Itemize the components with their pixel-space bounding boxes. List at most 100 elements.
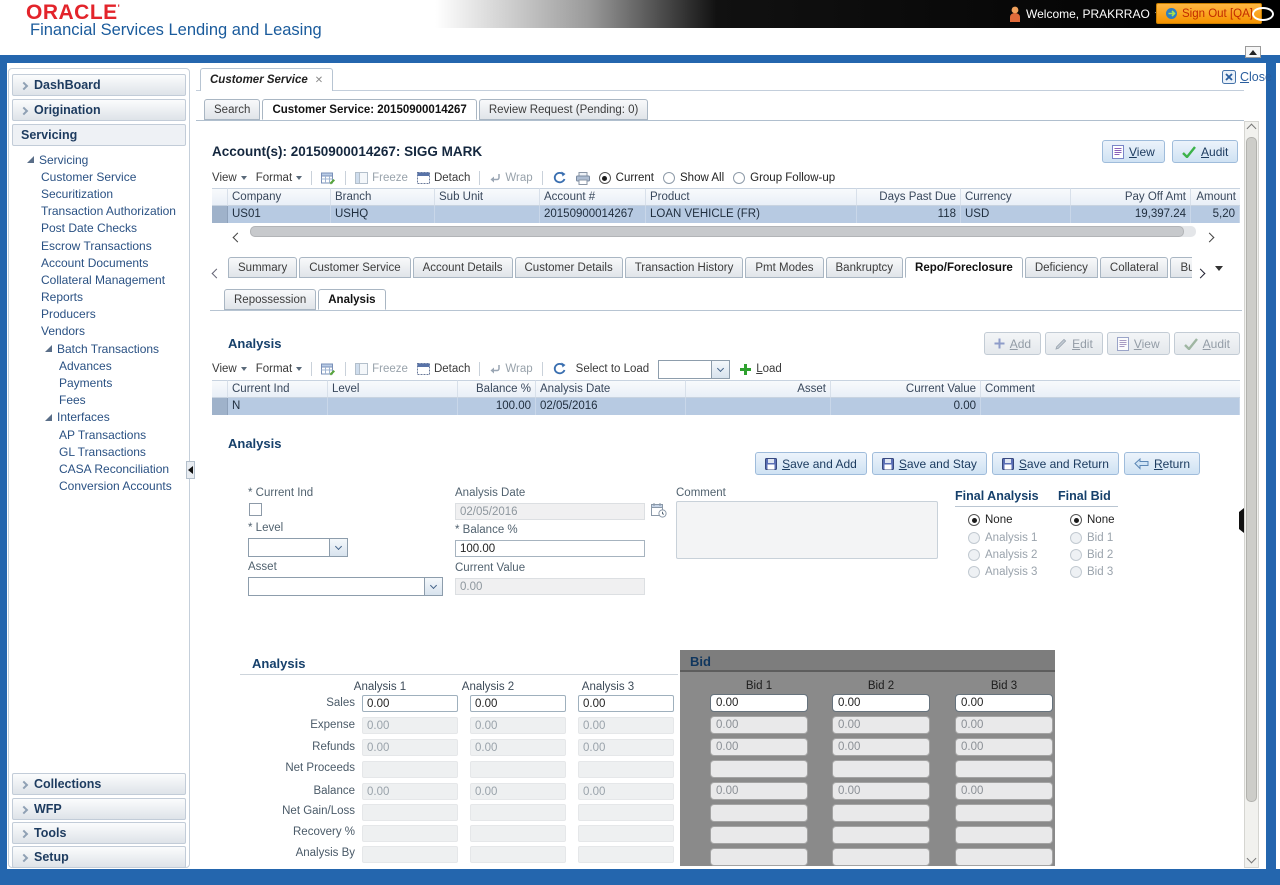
sidebar-item-advances[interactable]: Advances xyxy=(19,357,187,374)
tab-bureau[interactable]: Bureau xyxy=(1170,257,1192,278)
sidebar-section-dashboard[interactable]: DashBoard xyxy=(12,74,186,96)
hscroll-right-button[interactable] xyxy=(1204,228,1215,246)
column-header[interactable]: Current Value xyxy=(831,380,981,398)
window-tab-customer-service[interactable]: Customer Service ✕ xyxy=(200,68,334,91)
expand-icon[interactable] xyxy=(45,345,52,353)
column-header[interactable]: Currency xyxy=(961,188,1071,206)
column-header[interactable]: Level xyxy=(328,380,458,398)
sidebar-section-setup[interactable]: Setup xyxy=(12,846,186,868)
sidebar-section-tools[interactable]: Tools xyxy=(12,822,186,844)
refresh-button[interactable] xyxy=(552,362,567,376)
current-ind-checkbox[interactable] xyxy=(249,503,262,516)
tab-pmt-modes[interactable]: Pmt Modes xyxy=(745,257,824,278)
sales-analysis1-input[interactable] xyxy=(362,695,458,712)
tab-summary[interactable]: Summary xyxy=(228,257,298,278)
column-header[interactable]: Sub Unit xyxy=(435,188,540,206)
scroll-down-button[interactable] xyxy=(1244,851,1259,866)
account-audit-button[interactable]: Audit xyxy=(1172,140,1239,163)
radio-final-analysis-none[interactable]: None xyxy=(968,514,1013,526)
row-selector[interactable] xyxy=(212,206,228,223)
sidebar-splitter[interactable] xyxy=(186,461,195,479)
tab-repossession[interactable]: Repossession xyxy=(224,289,317,310)
sidebar-item-transaction-authorization[interactable]: Transaction Authorization xyxy=(19,203,187,220)
column-header[interactable]: Asset xyxy=(686,380,831,398)
radio-final-bid-none[interactable]: None xyxy=(1070,514,1115,526)
tab-customer-service-account[interactable]: Customer Service: 20150900014267 xyxy=(262,99,477,120)
format-menu[interactable]: Format xyxy=(256,172,303,184)
tab-repo-foreclosure[interactable]: Repo/Foreclosure xyxy=(905,257,1023,278)
query-by-example-button[interactable] xyxy=(321,172,336,185)
bid1-sales-input[interactable] xyxy=(710,694,808,712)
detach-button[interactable]: Detach xyxy=(416,172,470,184)
column-header[interactable]: Balance % xyxy=(458,380,536,398)
table-row[interactable]: US01 USHQ 20150900014267 LOAN VEHICLE (F… xyxy=(212,206,1240,223)
refresh-button[interactable] xyxy=(552,171,567,185)
view-menu[interactable]: View xyxy=(212,172,247,184)
column-header[interactable]: Comment xyxy=(981,380,1240,398)
tab-account-details[interactable]: Account Details xyxy=(412,257,513,278)
sidebar-section-collections[interactable]: Collections xyxy=(12,773,186,795)
dropdown-button[interactable] xyxy=(329,538,348,557)
column-header[interactable]: Analysis Date xyxy=(536,380,686,398)
sales-analysis3-input[interactable] xyxy=(578,695,674,712)
dropdown-button[interactable] xyxy=(424,577,443,596)
tab-customer-service[interactable]: Customer Service xyxy=(299,257,411,278)
asset-dropdown[interactable] xyxy=(248,577,443,596)
sidebar-section-wfp[interactable]: WFP xyxy=(12,798,186,820)
sidebar-item-account-documents[interactable]: Account Documents xyxy=(19,254,187,271)
date-picker-icon[interactable] xyxy=(651,502,667,523)
account-view-button[interactable]: View xyxy=(1102,140,1165,163)
tab-review-request[interactable]: Review Request (Pending: 0) xyxy=(478,99,649,120)
dropdown-button[interactable] xyxy=(711,359,731,379)
collapse-top-button[interactable] xyxy=(1245,46,1261,58)
tabs-overflow-menu[interactable] xyxy=(1215,266,1223,271)
column-header[interactable]: Days Past Due xyxy=(857,188,961,206)
sidebar-item-reports[interactable]: Reports xyxy=(19,289,187,306)
tab-transaction-history[interactable]: Transaction History xyxy=(624,257,744,278)
close-tab-icon[interactable]: ✕ xyxy=(315,75,323,86)
sidebar-item-gl-transactions[interactable]: GL Transactions xyxy=(19,443,187,460)
tabs-scroll-right[interactable] xyxy=(1195,264,1206,282)
load-button[interactable]: Load xyxy=(739,363,782,376)
detach-button[interactable]: Detach xyxy=(416,363,470,375)
sign-out-button[interactable]: Sign Out [QA] xyxy=(1156,3,1262,24)
horizontal-scroll-thumb[interactable] xyxy=(250,226,1184,237)
close-button[interactable]: Close xyxy=(1222,70,1272,84)
balance-input[interactable] xyxy=(455,540,645,557)
return-button[interactable]: Return xyxy=(1123,452,1200,475)
sidebar-item-escrow-transactions[interactable]: Escrow Transactions xyxy=(19,237,187,254)
tabs-scroll-left[interactable] xyxy=(211,264,222,282)
radio-current[interactable]: Current xyxy=(598,172,654,184)
column-header[interactable]: Current Ind xyxy=(228,380,328,398)
save-and-add-button[interactable]: Save and Add xyxy=(755,452,867,475)
comment-textarea[interactable] xyxy=(676,501,938,559)
column-header[interactable]: Account # xyxy=(540,188,646,206)
hscroll-left-button[interactable] xyxy=(232,228,243,246)
sidebar-item-post-date-checks[interactable]: Post Date Checks xyxy=(19,220,187,237)
radio-show-all[interactable]: Show All xyxy=(663,172,724,184)
tree-node-batch-transactions[interactable]: Batch Transactions xyxy=(19,340,187,357)
sidebar-section-origination[interactable]: Origination xyxy=(12,99,186,121)
table-row[interactable]: N 100.00 02/05/2016 0.00 xyxy=(212,398,1240,415)
view-menu[interactable]: View xyxy=(212,363,247,375)
column-header[interactable]: Company xyxy=(228,188,331,206)
bid2-sales-input[interactable] xyxy=(832,694,930,712)
sidebar-item-casa-reconciliation[interactable]: CASA Reconciliation xyxy=(19,460,187,477)
sidebar-section-servicing[interactable]: Servicing xyxy=(12,124,186,146)
sidebar-item-payments[interactable]: Payments xyxy=(19,374,187,391)
sidebar-item-producers[interactable]: Producers xyxy=(19,306,187,323)
sidebar-item-customer-service[interactable]: Customer Service xyxy=(19,168,187,185)
expand-icon[interactable] xyxy=(45,413,52,421)
column-header[interactable]: Amount xyxy=(1191,188,1240,206)
scroll-up-button[interactable] xyxy=(1244,121,1259,136)
tree-node-interfaces[interactable]: Interfaces xyxy=(19,409,187,426)
row-selector[interactable] xyxy=(212,398,228,415)
bid3-sales-input[interactable] xyxy=(955,694,1053,712)
select-to-load-dropdown[interactable] xyxy=(658,359,731,379)
tab-deficiency[interactable]: Deficiency xyxy=(1024,257,1098,278)
save-and-stay-button[interactable]: Save and Stay xyxy=(871,452,987,475)
tab-analysis[interactable]: Analysis xyxy=(318,289,386,310)
tab-search[interactable]: Search xyxy=(204,99,261,120)
scroll-splitter-marker[interactable] xyxy=(1239,508,1244,533)
radio-group-follow-up[interactable]: Group Follow-up xyxy=(733,172,835,184)
